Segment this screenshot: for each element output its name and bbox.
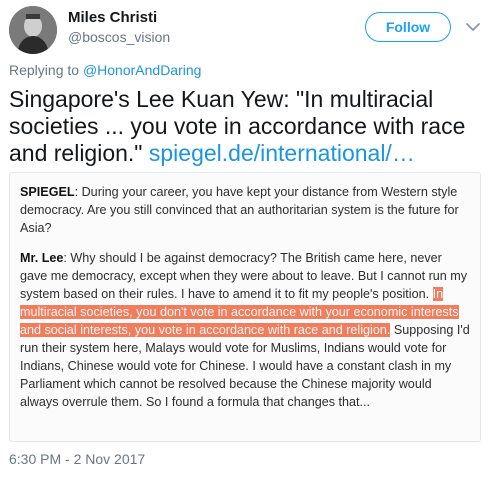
replying-to: Replying to @HonorAndDaring bbox=[9, 62, 201, 78]
tweet-image[interactable]: SPIEGEL: During your career, you have ke… bbox=[9, 172, 481, 442]
question-speaker: SPIEGEL bbox=[20, 185, 75, 199]
answer-text-1: : Why should I be against democracy? The… bbox=[20, 251, 468, 301]
quote-answer: Mr. Lee: Why should I be against democra… bbox=[20, 249, 472, 411]
avatar[interactable] bbox=[9, 6, 57, 54]
tweet-link[interactable]: spiegel.de/international/… bbox=[149, 140, 415, 166]
reply-prefix: Replying to bbox=[9, 62, 83, 78]
quote-question: SPIEGEL: During your career, you have ke… bbox=[20, 183, 472, 237]
author-handle[interactable]: @boscos_vision bbox=[68, 29, 170, 45]
answer-speaker: Mr. Lee bbox=[20, 251, 64, 265]
author-name[interactable]: Miles Christi bbox=[68, 9, 157, 26]
avatar-photo bbox=[9, 6, 57, 54]
question-text: : During your career, you have kept your… bbox=[20, 185, 459, 235]
tweet-timestamp[interactable]: 6:30 PM - 2 Nov 2017 bbox=[9, 451, 145, 467]
quote-text: SPIEGEL: During your career, you have ke… bbox=[20, 183, 472, 423]
tweet-text: Singapore's Lee Kuan Yew: "In multiracia… bbox=[9, 86, 489, 167]
follow-button[interactable]: Follow bbox=[365, 12, 451, 42]
chevron-down-icon[interactable] bbox=[464, 18, 482, 36]
tweet-header: Miles Christi @boscos_vision Follow bbox=[0, 0, 500, 56]
reply-mention-link[interactable]: @HonorAndDaring bbox=[83, 62, 202, 78]
